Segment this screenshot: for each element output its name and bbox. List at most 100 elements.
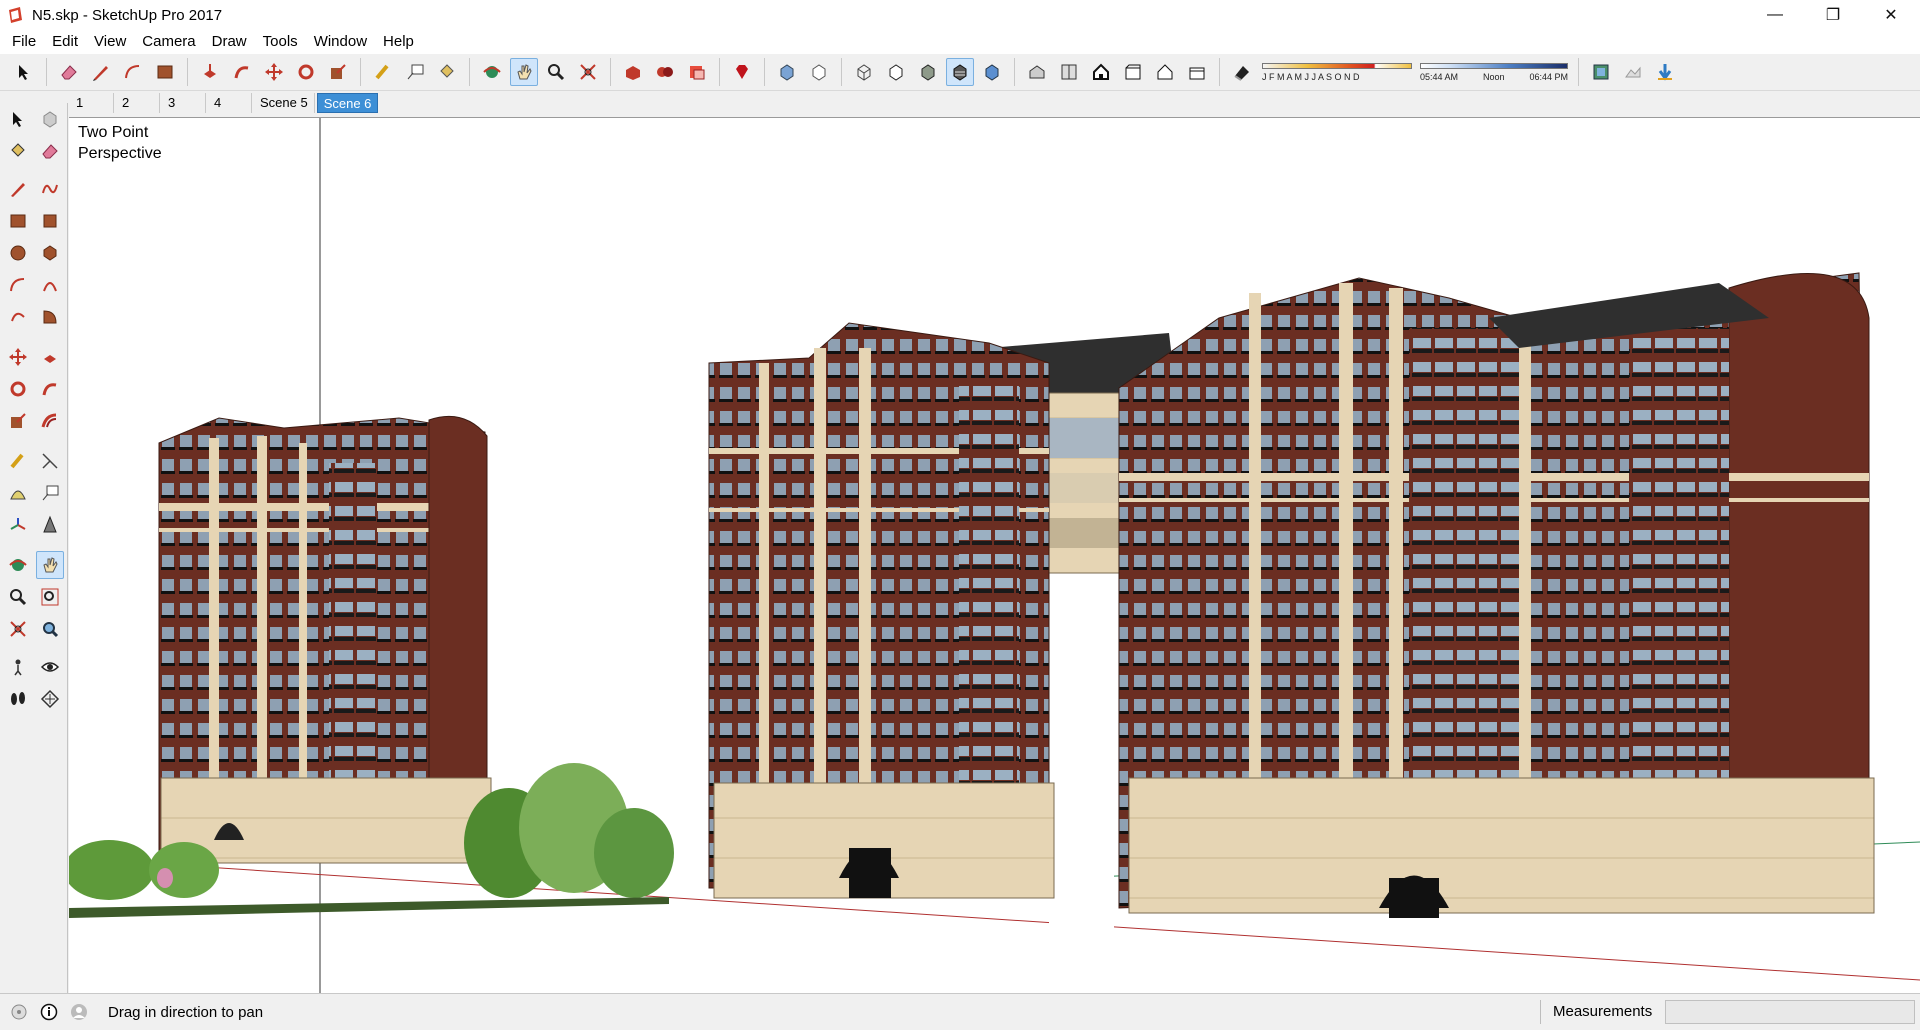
zoom-extents-button[interactable] (574, 58, 602, 86)
palette-follow-me-button[interactable] (36, 375, 64, 403)
palette-look-around-button[interactable] (36, 653, 64, 681)
shadows-toggle-button[interactable] (1228, 58, 1256, 86)
text-tool-button[interactable] (401, 58, 429, 86)
extension-warehouse-button[interactable] (651, 58, 679, 86)
menu-window[interactable]: Window (306, 30, 375, 54)
palette-orbit-button[interactable] (4, 551, 32, 579)
modeling-viewport[interactable]: Two Point Perspective (69, 117, 1920, 993)
scene-tab-4[interactable]: 4 (208, 93, 252, 113)
rotate-tool-button[interactable] (292, 58, 320, 86)
right-view-button[interactable] (1119, 58, 1147, 86)
palette-component-button[interactable] (36, 105, 64, 133)
palette-freehand-button[interactable] (36, 175, 64, 203)
palette-line-button[interactable] (4, 175, 32, 203)
zoom-tool-button[interactable] (542, 58, 570, 86)
move-tool-button[interactable] (260, 58, 288, 86)
close-button[interactable]: ✕ (1862, 0, 1920, 30)
pan-tool-button[interactable] (510, 58, 538, 86)
menu-file[interactable]: File (4, 30, 44, 54)
arc-tool-button[interactable] (119, 58, 147, 86)
palette-previous-view-button[interactable] (36, 615, 64, 643)
menu-draw[interactable]: Draw (204, 30, 255, 54)
user-account-button[interactable] (68, 1001, 90, 1023)
palette-circle-button[interactable] (4, 239, 32, 267)
select-tool-button[interactable] (10, 58, 38, 86)
toggle-terrain-button[interactable] (1619, 58, 1647, 86)
back-view-button[interactable] (1151, 58, 1179, 86)
shaded-textures-button[interactable] (946, 58, 974, 86)
left-view-button[interactable] (1183, 58, 1211, 86)
palette-arc-button[interactable] (4, 271, 32, 299)
palette-paint-button[interactable] (4, 137, 32, 165)
scene-tab-3[interactable]: 3 (162, 93, 206, 113)
orbit-tool-button[interactable] (478, 58, 506, 86)
shapes-tool-button[interactable] (151, 58, 179, 86)
tape-measure-button[interactable] (369, 58, 397, 86)
paint-bucket-button[interactable] (433, 58, 461, 86)
window-title: N5.skp - SketchUp Pro 2017 (32, 6, 223, 24)
palette-2pt-arc-button[interactable] (36, 271, 64, 299)
front-view-button[interactable] (1087, 58, 1115, 86)
shaded-style-button[interactable] (914, 58, 942, 86)
menu-edit[interactable]: Edit (44, 30, 86, 54)
palette-3pt-arc-button[interactable] (4, 303, 32, 331)
add-location-button[interactable] (1587, 58, 1615, 86)
palette-push-pull-button[interactable] (36, 343, 64, 371)
restore-button[interactable]: ❐ (1804, 0, 1862, 30)
palette-tape-button[interactable] (4, 447, 32, 475)
palette-zoom-window-button[interactable] (36, 583, 64, 611)
scene-tab-1[interactable]: 1 (70, 93, 114, 113)
palette-rectangle-button[interactable] (4, 207, 32, 235)
palette-rotate-button[interactable] (4, 375, 32, 403)
back-edges-button[interactable] (805, 58, 833, 86)
palette-eraser-button[interactable] (36, 137, 64, 165)
palette-rotated-rect-button[interactable] (36, 207, 64, 235)
palette-3d-text-button[interactable] (36, 511, 64, 539)
palette-protractor-button[interactable] (4, 479, 32, 507)
iso-view-button[interactable] (1023, 58, 1051, 86)
palette-position-camera-button[interactable] (4, 653, 32, 681)
menu-view[interactable]: View (86, 30, 134, 54)
follow-me-tool-button[interactable] (228, 58, 256, 86)
geo-location-button[interactable] (8, 1001, 30, 1023)
menu-tools[interactable]: Tools (255, 30, 306, 54)
main-toolbar: J F M A M J J A S O N D 05:44 AM Noon 06… (0, 54, 1920, 91)
scene-tab-2[interactable]: 2 (116, 93, 160, 113)
palette-scale-button[interactable] (4, 407, 32, 435)
palette-pan-button[interactable] (36, 551, 64, 579)
photo-textures-button[interactable] (1651, 58, 1679, 86)
palette-text-button[interactable] (36, 479, 64, 507)
menu-help[interactable]: Help (375, 30, 422, 54)
menu-camera[interactable]: Camera (134, 30, 203, 54)
minimize-button[interactable]: — (1746, 0, 1804, 30)
push-pull-tool-button[interactable] (196, 58, 224, 86)
palette-polygon-button[interactable] (36, 239, 64, 267)
measurements-input[interactable] (1665, 1000, 1915, 1024)
top-view-button[interactable] (1055, 58, 1083, 86)
layout-send-button[interactable] (683, 58, 711, 86)
palette-axes-button[interactable] (4, 511, 32, 539)
eraser-tool-button[interactable] (55, 58, 83, 86)
palette-move-button[interactable] (4, 343, 32, 371)
credits-button[interactable] (38, 1001, 60, 1023)
palette-zoom-button[interactable] (4, 583, 32, 611)
xray-style-button[interactable] (773, 58, 801, 86)
scene-tab-5[interactable]: Scene 5 (254, 93, 315, 113)
palette-section-plane-button[interactable] (36, 685, 64, 713)
shadow-date-slider[interactable]: J F M A M J J A S O N D (1262, 58, 1412, 86)
line-tool-button[interactable] (87, 58, 115, 86)
palette-select-button[interactable] (4, 105, 32, 133)
palette-dimension-button[interactable] (36, 447, 64, 475)
warehouse-button[interactable] (619, 58, 647, 86)
monochrome-button[interactable] (978, 58, 1006, 86)
ruby-console-button[interactable] (728, 58, 756, 86)
palette-pie-button[interactable] (36, 303, 64, 331)
scale-tool-button[interactable] (324, 58, 352, 86)
shadow-time-slider[interactable]: 05:44 AM Noon 06:44 PM (1420, 58, 1568, 86)
palette-offset-button[interactable] (36, 407, 64, 435)
palette-zoom-extents-button[interactable] (4, 615, 32, 643)
scene-tab-6[interactable]: Scene 6 (316, 93, 379, 113)
hidden-line-button[interactable] (882, 58, 910, 86)
palette-walk-button[interactable] (4, 685, 32, 713)
wireframe-style-button[interactable] (850, 58, 878, 86)
